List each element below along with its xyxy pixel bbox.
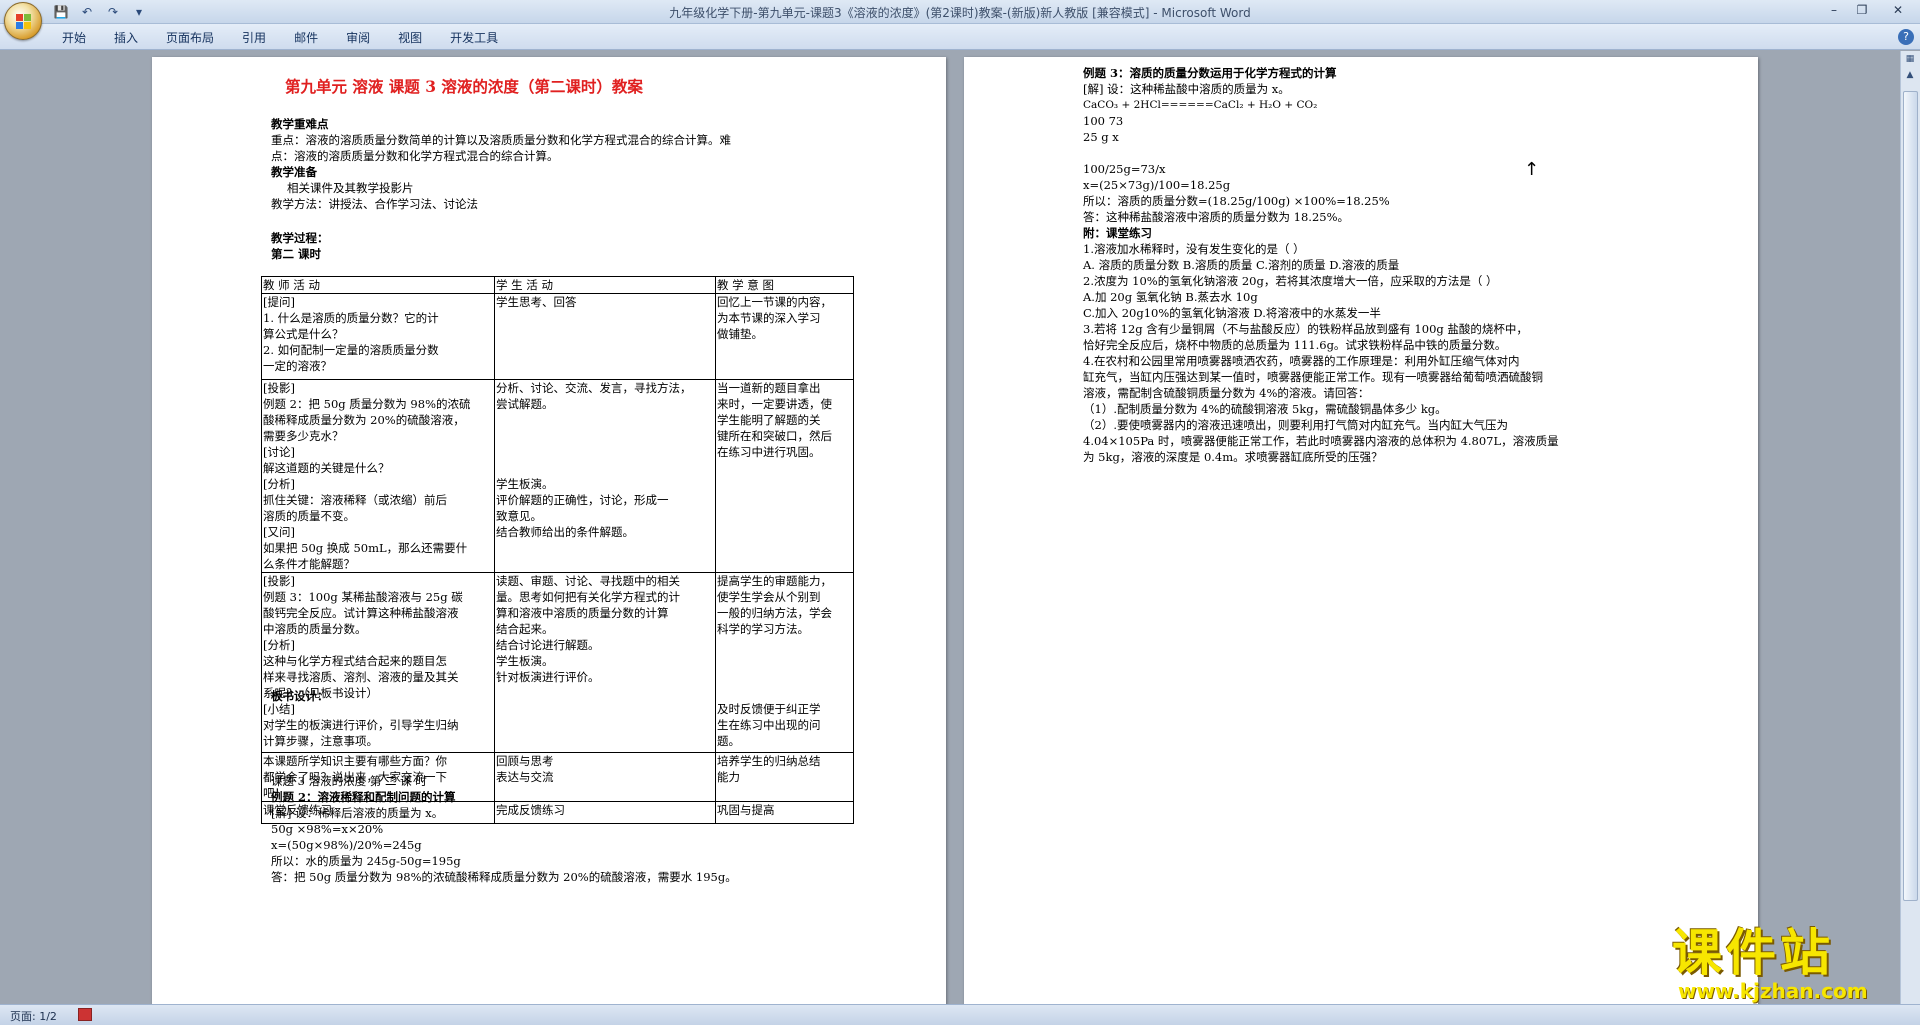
table-cell: 巩固与提高: [715, 801, 854, 824]
minimize-icon[interactable]: –: [1820, 0, 1848, 20]
board-line: 例题 2：溶液稀释和配制问题的计算: [271, 790, 456, 804]
table-header: 学 生 活 动: [494, 276, 716, 294]
watermark-logo: 课件站 www.kjzhan.com: [1672, 925, 1912, 1005]
board-line: [解] 设：稀释后溶液的质量为 x。: [271, 806, 444, 820]
page1-line: 教学准备: [271, 165, 317, 179]
status-bar: 页面: 1/2: [0, 1004, 1920, 1025]
table-cell: 读题、审题、讨论、寻找题中的相关 量。思考如何把有关化学方程式的计 算和溶液中溶…: [494, 572, 716, 753]
page1-line: 教学重难点: [271, 117, 329, 131]
document-workspace: 第九单元 溶液 课题 3 溶液的浓度（第二课时）教案 教学重难点重点：溶液的溶质…: [0, 51, 1920, 1004]
lesson-table: 教 师 活 动学 生 活 动教 学 意 图 [提问] 1. 什么是溶质的质量分数？…: [261, 276, 854, 824]
page1-line: 第二 课时: [271, 247, 322, 261]
title-bar: 💾 ↶ ↷ ▾ 九年级化学下册-第九单元-课题3《溶液的浓度》(第2课时)教案-…: [0, 0, 1920, 24]
board-line: 课题 3 溶液的浓度 第 二 课 时: [271, 774, 427, 788]
table-cell: 当一道新的题目拿出 来时，一定要讲透，使 学生能明了解题的关 键所在和突破口，然…: [715, 379, 854, 573]
scroll-up-icon[interactable]: ▲: [1901, 67, 1919, 83]
tab-7[interactable]: 开发工具: [436, 29, 512, 47]
watermark-url: www.kjzhan.com: [1678, 979, 1868, 1003]
page2-line: A.加 20g 氢氧化钠 B.蒸去水 10g: [1083, 290, 1258, 304]
restore-icon[interactable]: ❐: [1848, 0, 1876, 20]
tab-6[interactable]: 视图: [384, 29, 436, 47]
page2-line: C.加入 20g10%的氢氧化钠溶液 D.将溶液中的水蒸发一半: [1083, 306, 1381, 320]
document-page-2: 例题 3：溶质的质量分数运用于化学方程式的计算 [解] 设：这种稀盐酸中溶质的质量…: [964, 57, 1758, 1004]
scroll-thumb[interactable]: [1903, 91, 1918, 901]
page1-line: 教学方法：讲授法、合作学习法、讨论法: [271, 197, 478, 211]
page2-line: 25 g x: [1083, 130, 1119, 144]
window-title: 九年级化学下册-第九单元-课题3《溶液的浓度》(第2课时)教案-(新版)新人教版…: [669, 6, 1251, 20]
tab-4[interactable]: 邮件: [280, 29, 332, 47]
page2-line: 3.若将 12g 含有少量铜屑（不与盐酸反应）的铁粉样品放到盛有 100g 盐酸…: [1083, 322, 1528, 336]
table-header: 教 学 意 图: [715, 276, 854, 294]
page2-line: 答：这种稀盐酸溶液中溶质的质量分数为 18.25%。: [1083, 210, 1350, 224]
page2-line: 4.在农村和公园里常用喷雾器喷洒农药，喷雾器的工作原理是：利用外缸压缩气体对内: [1083, 354, 1520, 368]
page2-line: [解] 设：这种稀盐酸中溶质的质量为 x。: [1083, 82, 1290, 96]
table-cell: [投影] 例题 2：把 50g 质量分数为 98%的浓硫 酸稀释成质量分数为 2…: [261, 379, 495, 573]
page2-line: 所以：溶质的质量分数=(18.25g/100g) ×100%=18.25%: [1083, 194, 1390, 208]
page2-line: 附：课堂练习: [1083, 226, 1152, 240]
page-counter[interactable]: 页面: 1/2: [10, 1008, 57, 1024]
page2-line: （2）.要使喷雾器内的溶液迅速喷出，则要利用打气筒对内缸充气。当内缸大气压为: [1083, 418, 1508, 432]
tab-0[interactable]: 开始: [48, 29, 100, 47]
ribbon-tabs: 开始 插入 页面布局 引用 邮件 审阅 视图 开发工具: [0, 24, 1920, 50]
tab-5[interactable]: 审阅: [332, 29, 384, 47]
page2-line: 溶液，需配制含硫酸铜质量分数为 4%的溶液。请回答：: [1083, 386, 1370, 400]
page2-line: 4.04×105Pa 时，喷雾器便能正常工作，若此时喷雾器内溶液的总体积为 4.…: [1083, 434, 1559, 448]
page2-line: x=(25×73g)/100=18.25g: [1083, 178, 1231, 192]
board-line: 所以：水的质量为 245g-50g=195g: [271, 854, 461, 868]
page1-line: 教学过程：: [271, 231, 329, 245]
page2-line: CaCO₃ + 2HCl======CaCl₂ + H₂O + CO₂: [1083, 99, 1318, 111]
window-controls: – ❐ ✕: [1820, 0, 1920, 22]
page2-line: 缸充气，当缸内压强达到某一值时，喷雾器便能正常工作。现有一喷雾器给葡萄喷洒硫酸铜: [1083, 370, 1543, 384]
tab-3[interactable]: 引用: [228, 29, 280, 47]
table-cell: 完成反馈练习: [494, 801, 716, 824]
page1-line: 相关课件及其教学投影片: [287, 181, 414, 195]
page2-line: 恰好完全反应后，烧杯中物质的总质量为 111.6g。试求铁粉样品中铁的质量分数。: [1083, 338, 1507, 352]
page2-line: A. 溶质的质量分数 B.溶质的质量 C.溶剂的质量 D.溶液的质量: [1083, 258, 1400, 272]
page2-line: 100 73: [1083, 114, 1124, 128]
table-cell: 学生思考、回答: [494, 293, 716, 380]
board-line: 答：把 50g 质量分数为 98%的浓硫酸稀释成质量分数为 20%的硫酸溶液，需…: [271, 870, 737, 884]
table-cell: 培养学生的归纳总结 能力: [715, 752, 854, 802]
table-header: 教 师 活 动: [261, 276, 495, 294]
vertical-scrollbar[interactable]: ▦ ▲: [1900, 51, 1920, 1004]
table-cell: 分析、讨论、交流、发言，寻找方法， 尝试解题。 学生板演。 评价解题的正确性，讨…: [494, 379, 716, 573]
page2-line: 例题 3：溶质的质量分数运用于化学方程式的计算: [1083, 66, 1337, 80]
board-design-label: 板书设计：: [271, 689, 329, 703]
office-button[interactable]: [4, 2, 42, 40]
help-icon[interactable]: ?: [1898, 29, 1914, 45]
table-cell: 提高学生的审题能力， 使学生学会从个别到 一般的归纳方法，学会 科学的学习方法。…: [715, 572, 854, 753]
ruler-toggle-icon[interactable]: ▦: [1901, 51, 1919, 67]
tab-2[interactable]: 页面布局: [152, 29, 228, 47]
page2-line: 1.溶液加水稀释时，没有发生变化的是（ ）: [1083, 242, 1305, 256]
office-logo-icon: [16, 14, 32, 30]
tab-1[interactable]: 插入: [100, 29, 152, 47]
table-cell: [投影] 例题 3：100g 某稀盐酸溶液与 25g 碳 酸钙完全反应。试计算这…: [261, 572, 495, 753]
board-line: 50g ×98%=x×20%: [271, 822, 384, 836]
board-line: x=(50g×98%)/20%=245g: [271, 838, 422, 852]
close-icon[interactable]: ✕: [1876, 0, 1920, 20]
mouse-cursor-icon: ↑: [1524, 159, 1540, 180]
watermark-text: 课件站: [1672, 924, 1834, 982]
page2-line: 为 5kg，溶液的深度是 0.4m。求喷雾器缸底所受的压强？: [1083, 450, 1383, 464]
doc-title: 第九单元 溶液 课题 3 溶液的浓度（第二课时）教案: [285, 77, 643, 96]
page2-line: （1）.配制质量分数为 4%的硫酸铜溶液 5kg，需硫酸铜晶体多少 kg。: [1083, 402, 1447, 416]
table-cell: 回顾与思考 表达与交流: [494, 752, 716, 802]
page1-line: 点：溶液的溶质质量分数和化学方程式混合的综合计算。: [271, 149, 559, 163]
table-cell: 回忆上一节课的内容， 为本节课的深入学习 做铺垫。: [715, 293, 854, 380]
document-page-1: 第九单元 溶液 课题 3 溶液的浓度（第二课时）教案 教学重难点重点：溶液的溶质…: [152, 57, 946, 1004]
spell-check-icon[interactable]: [78, 1008, 92, 1021]
page1-line: 重点：溶液的溶质质量分数简单的计算以及溶质质量分数和化学方程式混合的综合计算。难: [271, 133, 731, 147]
page2-line: 100/25g=73/x: [1083, 162, 1166, 176]
table-cell: [提问] 1. 什么是溶质的质量分数？它的计 算公式是什么？ 2. 如何配制一定…: [261, 293, 495, 380]
page2-line: 2.浓度为 10%的氢氧化钠溶液 20g，若将其浓度增大一倍，应采取的方法是（ …: [1083, 274, 1498, 288]
